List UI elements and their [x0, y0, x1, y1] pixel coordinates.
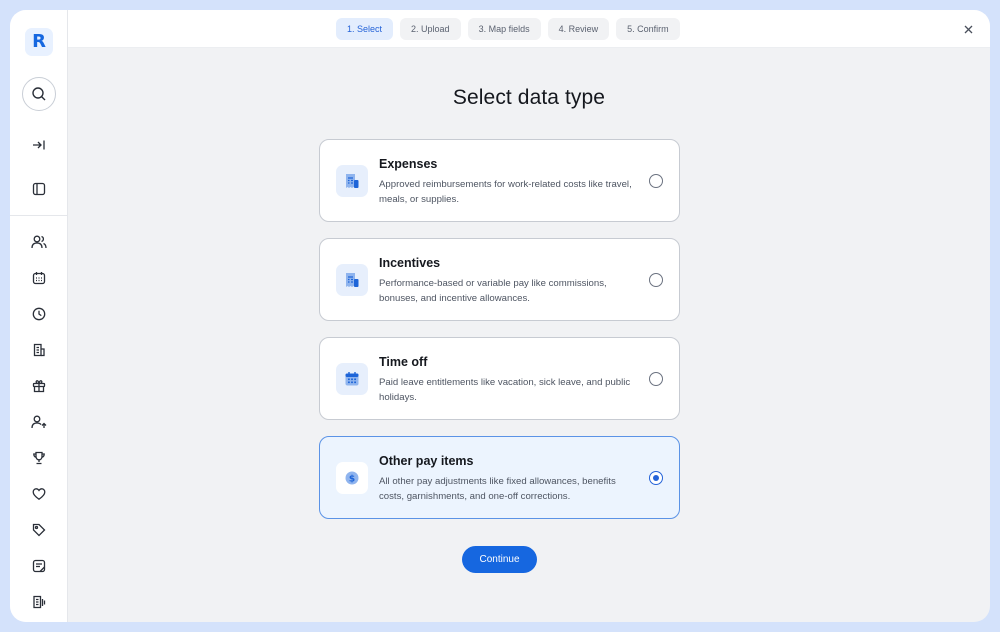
close-icon	[964, 25, 972, 33]
panel-icon[interactable]	[29, 179, 49, 199]
calendar-icon[interactable]	[29, 268, 49, 288]
clock-icon[interactable]	[29, 304, 49, 324]
app-window: R 1. Select 2. Upload 3. Map fields 4. R…	[10, 10, 990, 622]
option-card-time-off[interactable]: Time off Paid leave entitlements like va…	[319, 337, 680, 420]
page-title: Select data type	[452, 86, 606, 109]
user-growth-icon[interactable]	[29, 412, 49, 432]
search-icon	[32, 87, 46, 101]
option-card-expenses[interactable]: Expenses Approved reimbursements for wor…	[319, 139, 680, 222]
option-title: Time off	[379, 355, 428, 369]
documents-icon[interactable]	[29, 592, 49, 612]
step-select[interactable]: 1. Select	[336, 18, 394, 40]
logo-letter: R	[32, 31, 46, 52]
people-icon[interactable]	[29, 232, 49, 252]
receipt-icon	[336, 264, 368, 296]
sidebar-divider	[10, 215, 67, 216]
svg-text:$: $	[349, 474, 355, 484]
option-radio-checked[interactable]	[649, 471, 663, 485]
collapse-icon[interactable]	[29, 135, 49, 155]
close-button[interactable]	[960, 21, 976, 37]
receipt-icon	[336, 165, 368, 197]
search-button[interactable]	[22, 77, 56, 111]
continue-button[interactable]: Continue	[462, 546, 537, 573]
logo[interactable]: R	[25, 28, 53, 56]
tag-icon[interactable]	[29, 520, 49, 540]
option-description: Performance-based or variable pay like c…	[379, 278, 607, 304]
option-card-other-pay-items[interactable]: $ Other pay items All other pay adjustme…	[319, 436, 680, 519]
option-title: Other pay items	[379, 454, 474, 468]
option-radio[interactable]	[649, 372, 663, 386]
option-description: Approved reimbursements for work-related…	[379, 179, 632, 205]
report-icon[interactable]	[29, 340, 49, 360]
option-radio[interactable]	[649, 273, 663, 287]
option-radio[interactable]	[649, 174, 663, 188]
sidebar: R	[10, 10, 68, 622]
heart-icon[interactable]	[29, 484, 49, 504]
notes-icon[interactable]	[29, 556, 49, 576]
option-description: All other pay adjustments like fixed all…	[379, 476, 616, 502]
option-title: Expenses	[379, 157, 438, 171]
option-title: Incentives	[379, 256, 441, 270]
top-bar: 1. Select 2. Upload 3. Map fields 4. Rev…	[68, 10, 990, 48]
step-map-fields[interactable]: 3. Map fields	[467, 18, 541, 40]
calendar-icon	[336, 363, 368, 395]
step-confirm[interactable]: 5. Confirm	[616, 18, 680, 40]
step-upload[interactable]: 2. Upload	[400, 18, 461, 40]
option-card-incentives[interactable]: Incentives Performance-based or variable…	[319, 238, 680, 321]
dollar-icon: $	[336, 462, 368, 494]
option-description: Paid leave entitlements like vacation, s…	[379, 377, 631, 403]
stepper: 1. Select 2. Upload 3. Map fields 4. Rev…	[336, 18, 680, 40]
step-review[interactable]: 4. Review	[547, 18, 610, 40]
trophy-icon[interactable]	[29, 448, 49, 468]
gift-icon[interactable]	[29, 376, 49, 396]
